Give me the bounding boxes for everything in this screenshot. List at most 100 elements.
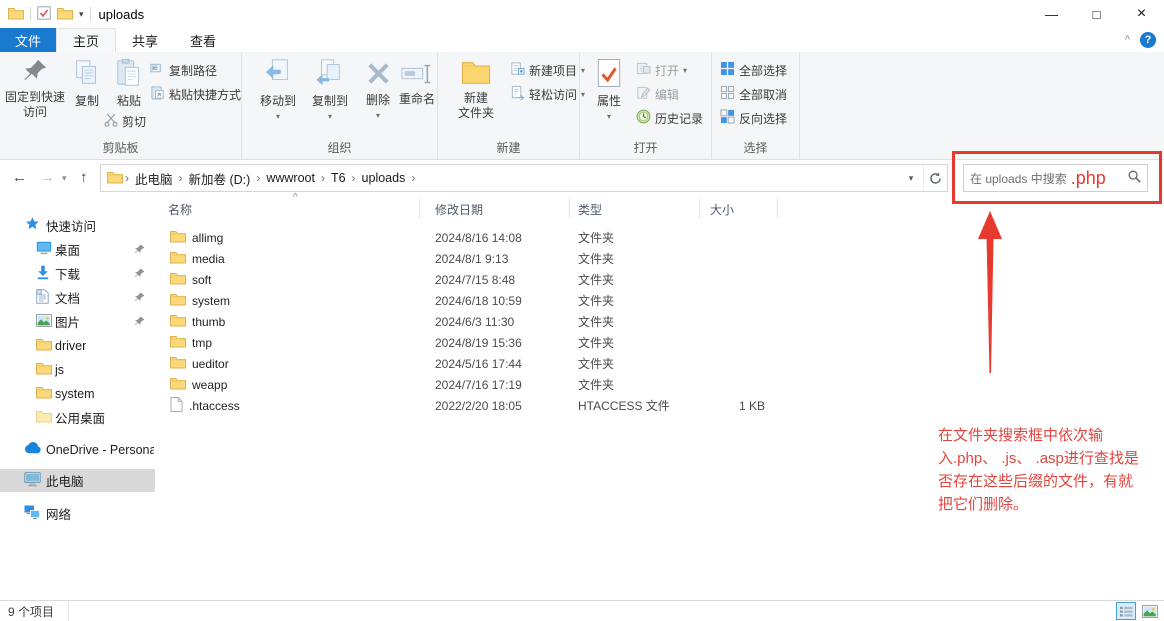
item-count: 9 个项目 xyxy=(0,601,69,621)
search-icon[interactable] xyxy=(1128,170,1141,186)
scissors-icon xyxy=(104,113,118,130)
cut-button[interactable]: 剪切 xyxy=(104,113,146,130)
invert-selection-button[interactable]: 反向选择 xyxy=(720,109,787,127)
folder-icon xyxy=(170,229,186,246)
history-button[interactable]: 历史记录 xyxy=(636,109,703,127)
group-label-new: 新建 xyxy=(438,139,579,156)
tab-file[interactable]: 文件 xyxy=(0,28,56,52)
move-to-button[interactable]: 移动到 ▾ xyxy=(254,54,302,124)
sidebar-item-js[interactable]: js xyxy=(0,358,155,381)
back-button[interactable]: ← xyxy=(12,169,27,186)
status-bar: 9 个项目 xyxy=(0,600,1164,621)
copy-to-icon xyxy=(315,58,345,92)
quick-access-toolbar: ▾ xyxy=(0,6,91,23)
tab-share[interactable]: 共享 xyxy=(116,28,174,52)
new-folder-button[interactable]: 新建 文件夹 xyxy=(450,54,502,121)
select-all-icon xyxy=(720,61,735,79)
sidebar-item-system[interactable]: system xyxy=(0,382,155,405)
address-dropdown-icon[interactable]: ▾ xyxy=(899,165,923,191)
navigation-pane: 快速访问 桌面 下载 文档 图片 driver js xyxy=(0,196,155,600)
dropdown-icon: ▾ xyxy=(328,109,332,124)
pin-to-quick-access-button[interactable]: 固定到快速访问 xyxy=(5,54,65,120)
open-button[interactable]: 打开 ▾ xyxy=(636,61,687,79)
easy-access-icon xyxy=(510,85,525,103)
copy-button[interactable]: 复制 xyxy=(66,54,108,109)
copy-to-button[interactable]: 复制到 ▾ xyxy=(306,54,354,124)
copy-path-button[interactable]: 复制路径 xyxy=(150,61,217,79)
file-rows: allimg 2024/8/16 14:08 文件夹 media 2024/8/… xyxy=(155,227,1164,416)
maximize-button[interactable]: □ xyxy=(1074,0,1119,28)
folder-icon xyxy=(170,271,186,288)
refresh-icon[interactable] xyxy=(923,165,947,191)
table-row[interactable]: weapp 2024/7/16 17:19 文件夹 xyxy=(155,374,1164,395)
copy-path-icon xyxy=(150,61,165,79)
table-row[interactable]: media 2024/8/1 9:13 文件夹 xyxy=(155,248,1164,269)
new-item-button[interactable]: 新建项目 ▾ xyxy=(510,61,585,79)
column-header-name[interactable]: 名称 xyxy=(155,199,420,219)
up-button[interactable]: ↑ xyxy=(80,169,88,186)
select-none-button[interactable]: 全部取消 xyxy=(720,85,787,103)
table-row[interactable]: ueditor 2024/5/16 17:44 文件夹 xyxy=(155,353,1164,374)
table-row[interactable]: system 2024/6/18 10:59 文件夹 xyxy=(155,290,1164,311)
column-header-type[interactable]: 类型 xyxy=(570,199,700,219)
help-icon[interactable]: ? xyxy=(1140,32,1156,48)
table-row[interactable]: .htaccess 2022/2/20 18:05 HTACCESS 文件 1 … xyxy=(155,395,1164,416)
sidebar-item-documents[interactable]: 文档 xyxy=(0,286,155,309)
breadcrumb-drive-d[interactable]: 新加卷 (D:) xyxy=(185,169,255,188)
properties-button[interactable]: 属性 ▾ xyxy=(590,54,628,124)
paste-button[interactable]: 粘贴 xyxy=(108,54,150,109)
network-icon xyxy=(24,505,40,522)
pin-icon xyxy=(134,316,145,330)
select-all-button[interactable]: 全部选择 xyxy=(720,61,787,79)
minimize-button[interactable]: — xyxy=(1029,0,1074,28)
sidebar-item-onedrive[interactable]: OneDrive - Persona xyxy=(0,438,155,461)
breadcrumb-this-pc[interactable]: 此电脑 xyxy=(131,169,177,188)
ribbon-group-organize: 移动到 ▾ 复制到 ▾ 删除 ▾ 重命名 组织 xyxy=(242,52,438,159)
file-list: ^ 名称 修改日期 类型 大小 allimg 2024/8/16 14:08 文… xyxy=(155,196,1164,600)
new-folder-qat-icon[interactable] xyxy=(57,6,73,23)
delete-button[interactable]: 删除 ▾ xyxy=(358,56,398,123)
easy-access-button[interactable]: 轻松访问 ▾ xyxy=(510,85,585,103)
new-folder-icon xyxy=(461,58,491,89)
group-label-open: 打开 xyxy=(580,139,711,156)
search-placeholder: 在 uploads 中搜索 xyxy=(970,170,1067,187)
table-row[interactable]: soft 2024/7/15 8:48 文件夹 xyxy=(155,269,1164,290)
table-row[interactable]: tmp 2024/8/19 15:36 文件夹 xyxy=(155,332,1164,353)
table-row[interactable]: thumb 2024/6/3 11:30 文件夹 xyxy=(155,311,1164,332)
quick-access-star-icon xyxy=(24,216,40,235)
breadcrumb-wwwroot[interactable]: wwwroot xyxy=(262,171,319,185)
sidebar-item-downloads[interactable]: 下载 xyxy=(0,262,155,285)
sidebar-item-public-desktop[interactable]: 公用桌面 xyxy=(0,406,155,429)
sidebar-item-pictures[interactable]: 图片 xyxy=(0,310,155,333)
rename-button[interactable]: 重命名 xyxy=(394,58,440,107)
ribbon-group-select: 全部选择 全部取消 反向选择 选择 xyxy=(712,52,800,159)
sidebar-item-quick-access[interactable]: 快速访问 xyxy=(0,214,155,237)
tab-home[interactable]: 主页 xyxy=(56,28,116,52)
recent-locations-dropdown-icon[interactable]: ▾ xyxy=(62,173,67,184)
details-view-button[interactable] xyxy=(1116,602,1136,620)
tab-view[interactable]: 查看 xyxy=(174,28,232,52)
sidebar-item-desktop[interactable]: 桌面 xyxy=(0,238,155,261)
group-label-select: 选择 xyxy=(712,139,799,156)
properties-check-icon[interactable] xyxy=(37,6,51,23)
edit-button[interactable]: 编辑 xyxy=(636,85,679,103)
move-to-icon xyxy=(263,58,293,92)
sidebar-item-network[interactable]: 网络 xyxy=(0,502,155,525)
breadcrumb-t6[interactable]: T6 xyxy=(327,171,350,185)
search-input[interactable]: 在 uploads 中搜索 .php xyxy=(963,164,1148,192)
column-header-date[interactable]: 修改日期 xyxy=(420,199,570,219)
collapse-ribbon-icon[interactable]: ^ xyxy=(1125,34,1130,46)
sidebar-item-driver[interactable]: driver xyxy=(0,334,155,357)
forward-button[interactable]: → xyxy=(40,169,55,186)
address-bar[interactable]: › 此电脑 › 新加卷 (D:) › wwwroot › T6 › upload… xyxy=(100,164,948,192)
qat-dropdown-icon[interactable]: ▾ xyxy=(79,9,84,20)
sidebar-item-this-pc[interactable]: 此电脑 xyxy=(0,469,155,492)
column-header-size[interactable]: 大小 xyxy=(700,199,778,219)
paste-shortcut-button[interactable]: 粘贴快捷方式 xyxy=(150,85,241,103)
thumbnails-view-button[interactable] xyxy=(1140,602,1160,620)
breadcrumb-uploads[interactable]: uploads xyxy=(358,171,410,185)
dropdown-icon: ▾ xyxy=(276,109,280,124)
close-button[interactable]: × xyxy=(1119,0,1164,28)
table-row[interactable]: allimg 2024/8/16 14:08 文件夹 xyxy=(155,227,1164,248)
select-none-icon xyxy=(720,85,735,103)
